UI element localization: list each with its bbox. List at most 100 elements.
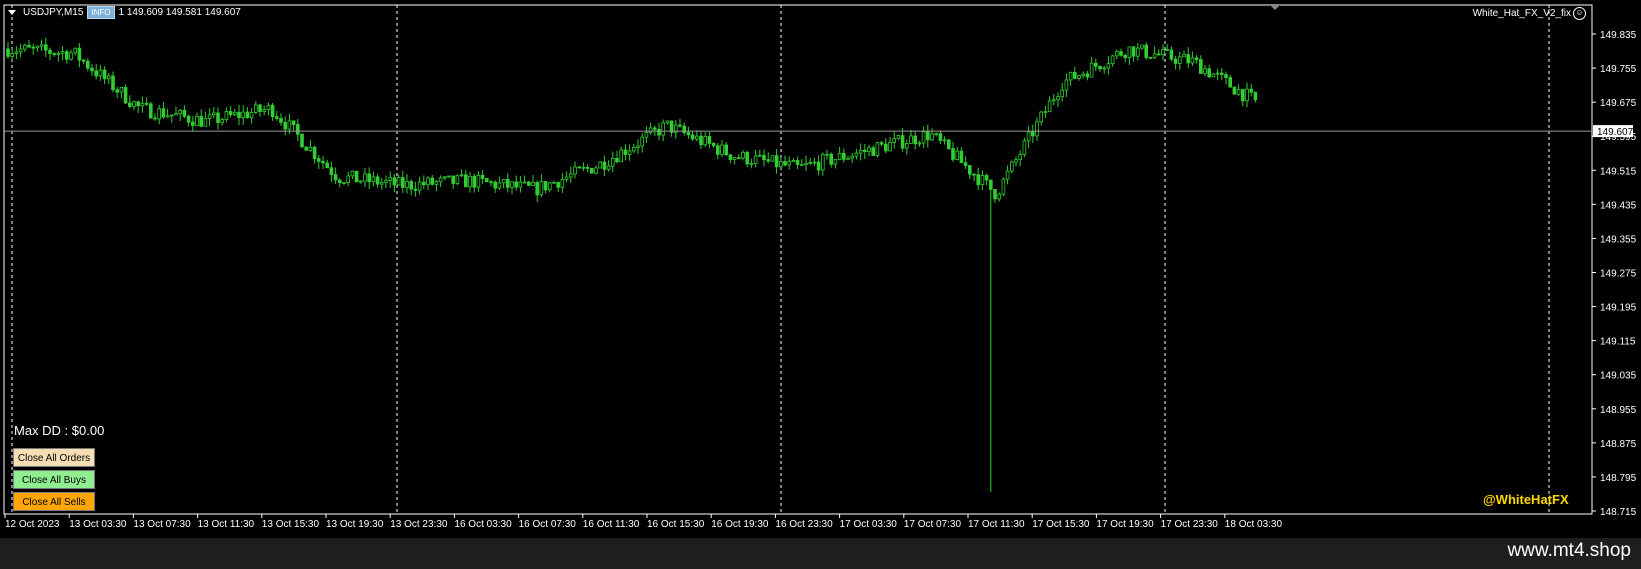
- candle-body: [211, 112, 216, 116]
- candle-body: [791, 160, 796, 163]
- candle-body: [333, 174, 338, 181]
- candle-body: [888, 142, 892, 152]
- candle-body: [472, 175, 476, 188]
- candle-body: [1031, 131, 1035, 137]
- candle-body: [31, 46, 35, 49]
- candle-body: [295, 124, 300, 135]
- candle-body: [800, 164, 804, 166]
- info-badge[interactable]: INFO: [87, 6, 115, 19]
- candle-body: [1203, 68, 1207, 74]
- candle-body: [930, 133, 934, 141]
- ea-name[interactable]: White_Hat_FX_V2_fix ☺: [1473, 7, 1586, 20]
- price-label: 149.195: [1600, 303, 1637, 314]
- candle-body: [199, 116, 204, 127]
- candle-body: [468, 175, 472, 188]
- time-label: 16 Oct 23:30: [775, 519, 833, 530]
- candle-body: [102, 69, 107, 80]
- candle-body: [266, 104, 271, 111]
- candle-body: [816, 161, 821, 171]
- candle-body: [1127, 46, 1132, 59]
- close-all-orders-button[interactable]: Close All Orders: [13, 448, 95, 467]
- candle-body: [644, 132, 649, 138]
- candle-body: [174, 113, 178, 116]
- candle-body: [716, 145, 720, 155]
- candle-body: [1178, 56, 1182, 64]
- candle-body: [228, 111, 233, 116]
- candle-body: [283, 121, 287, 130]
- close-all-sells-button[interactable]: Close All Sells: [13, 492, 95, 511]
- candle-body: [476, 174, 481, 188]
- candle-body: [132, 101, 136, 107]
- candle-body: [884, 143, 888, 152]
- candle-body: [1211, 73, 1216, 78]
- candle-body: [342, 182, 346, 184]
- candle-body: [287, 120, 292, 130]
- candle-body: [73, 47, 78, 54]
- candle-body: [1089, 62, 1094, 78]
- candle-body: [577, 166, 581, 169]
- candle-body: [821, 154, 825, 171]
- time-label: 13 Oct 03:30: [69, 519, 127, 530]
- candle-body: [707, 136, 712, 144]
- candle-body: [959, 150, 964, 164]
- chevron-down-icon[interactable]: [8, 10, 16, 15]
- candle-body: [892, 138, 896, 144]
- chart-window[interactable]: 149.835 149.755 149.675 149.595 149.515 149.4…: [0, 0, 1641, 538]
- candle-body: [728, 154, 733, 160]
- candle-body: [39, 44, 44, 47]
- price-label: 149.675: [1600, 98, 1637, 109]
- candle-body: [522, 181, 527, 184]
- candle-body: [358, 180, 363, 183]
- candle-body: [1232, 86, 1237, 95]
- candle-body: [989, 179, 993, 190]
- candle-body: [1152, 53, 1157, 59]
- candle-body: [783, 160, 787, 166]
- candle-body: [963, 162, 968, 166]
- candle-body: [1056, 96, 1060, 101]
- candle-body: [90, 67, 94, 72]
- candle-body: [657, 128, 661, 136]
- candle-body: [14, 51, 19, 54]
- chart-shift-marker: [1270, 5, 1280, 10]
- candle-body: [438, 177, 443, 183]
- candle-body: [291, 120, 296, 125]
- candle-body: [262, 109, 266, 112]
- candle-body: [493, 181, 497, 189]
- candle-body: [203, 118, 208, 127]
- candle-body: [379, 182, 384, 185]
- candle-body: [871, 147, 875, 156]
- candle-body: [594, 167, 598, 174]
- time-label: 13 Oct 15:30: [262, 519, 320, 530]
- candle-body: [186, 115, 191, 123]
- candle-body: [220, 119, 225, 124]
- candle-body: [354, 170, 359, 183]
- price-label: 149.835: [1600, 30, 1637, 41]
- candle-body: [678, 124, 682, 127]
- candle-body: [926, 131, 930, 141]
- candle-body: [304, 146, 308, 151]
- candle-body: [371, 176, 376, 183]
- candle-body: [384, 180, 388, 183]
- candle-body: [409, 181, 413, 190]
- candle-body: [1026, 131, 1031, 142]
- candle-body: [1052, 99, 1056, 102]
- candle-body: [632, 147, 636, 152]
- candle-body: [648, 127, 653, 134]
- candle-body: [1077, 75, 1081, 79]
- candle-body: [144, 102, 149, 105]
- close-all-buys-button[interactable]: Close All Buys: [13, 470, 95, 489]
- candle-body: [237, 111, 241, 119]
- price-chart[interactable]: 149.835149.755149.675149.595149.515149.4…: [0, 0, 1641, 538]
- candle-body: [1094, 62, 1098, 67]
- price-label: 148.715: [1600, 507, 1637, 518]
- watermark: www.mt4.shop: [1507, 540, 1631, 561]
- candle-body: [136, 101, 141, 107]
- candle-body: [955, 150, 959, 160]
- candle-body: [484, 178, 489, 183]
- candle-body: [758, 154, 762, 157]
- candle-body: [1022, 140, 1027, 155]
- candle-body: [148, 103, 153, 119]
- candle-body: [463, 174, 468, 188]
- candle-body: [1001, 178, 1006, 195]
- candle-body: [316, 158, 321, 162]
